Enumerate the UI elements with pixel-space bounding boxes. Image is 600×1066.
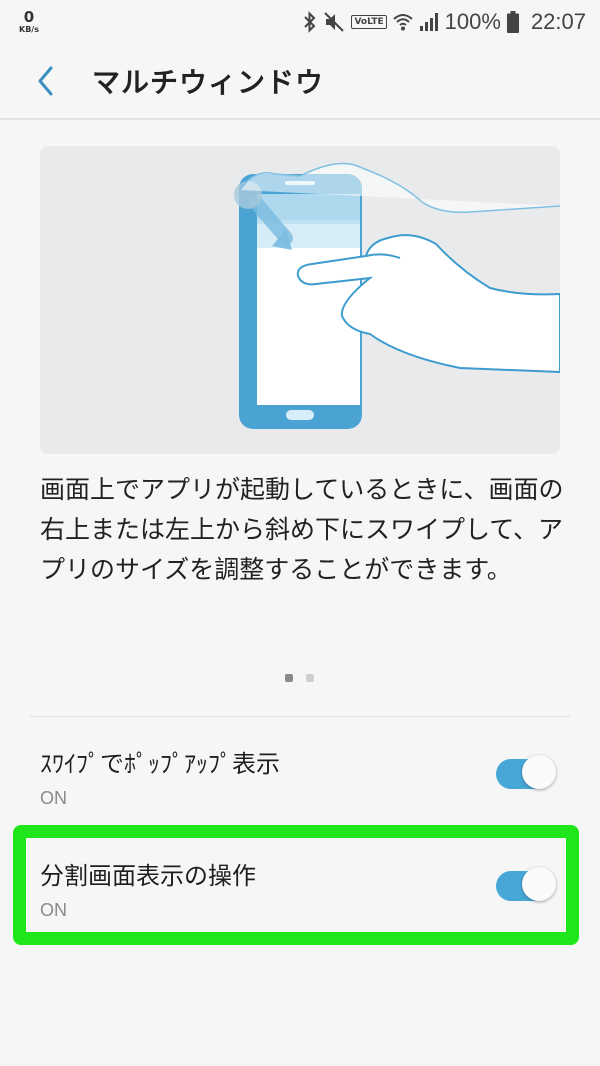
swipe-gesture-illustration [234,162,560,429]
setting-swipe-popup[interactable]: ｽﾜｲﾌﾟでﾎﾟｯﾌﾟｱｯﾌﾟ表示 ON [40,744,560,824]
setting-status: ON [40,788,67,808]
tutorial-illustration [40,146,560,454]
network-speed-unit: KB/s [19,25,39,34]
app-bar-divider [0,118,600,120]
highlight-box [13,825,579,945]
wifi-icon [392,12,413,32]
status-icons: VoLTE 100% 22:07 [303,9,586,35]
swipe-popup-toggle[interactable] [496,754,556,790]
back-button[interactable] [16,51,76,111]
network-speed: 0 KB/s [12,10,46,34]
battery-icon [506,11,519,33]
tutorial-description: 画面上でアプリが起動しているときに、画面の右上または左上から斜め下にスワイプして… [40,475,564,584]
mute-icon [323,11,345,33]
bluetooth-icon [303,11,317,33]
battery-percent: 100% [444,9,501,34]
signal-icon [419,12,439,32]
section-divider [30,716,570,717]
status-bar: 0 KB/s VoLTE 100% 22:07 [0,0,600,44]
page-dot-1[interactable] [285,674,293,682]
clock: 22:07 [530,9,586,34]
page-dot-2[interactable] [306,674,314,682]
setting-label: ｽﾜｲﾌﾟでﾎﾟｯﾌﾟｱｯﾌﾟ表示 [40,750,280,778]
network-speed-value: 0 [23,8,35,26]
page-indicator[interactable] [285,674,314,682]
volte-badge: VoLTE [351,15,387,29]
back-arrow-icon [38,66,53,96]
app-bar: マルチウィンドウ [0,44,600,118]
toggle-thumb [522,755,556,789]
page-title: マルチウィンドウ [92,66,325,99]
